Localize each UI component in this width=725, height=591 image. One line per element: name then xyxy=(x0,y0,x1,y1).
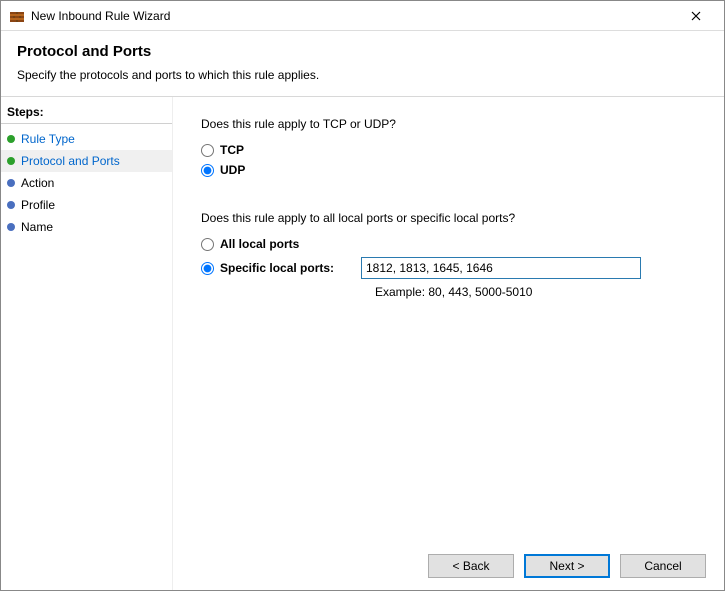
wizard-content: Does this rule apply to TCP or UDP? TCP … xyxy=(173,97,724,590)
step-label: Action xyxy=(21,176,54,190)
label-udp: UDP xyxy=(220,163,245,177)
label-tcp: TCP xyxy=(220,143,244,157)
ports-options: All local ports Specific local ports: Ex… xyxy=(201,237,700,299)
next-button[interactable]: Next > xyxy=(524,554,610,578)
bullet-icon xyxy=(7,179,15,187)
step-profile[interactable]: Profile xyxy=(1,194,172,216)
wizard-header: Protocol and Ports Specify the protocols… xyxy=(1,31,724,97)
bullet-icon xyxy=(7,135,15,143)
ports-example: Example: 80, 443, 5000-5010 xyxy=(375,285,700,299)
option-tcp[interactable]: TCP xyxy=(201,143,700,157)
radio-all-ports[interactable] xyxy=(201,238,214,251)
option-all-ports[interactable]: All local ports xyxy=(201,237,361,251)
wizard-footer: < Back Next > Cancel xyxy=(428,554,706,578)
page-subtitle: Specify the protocols and ports to which… xyxy=(17,68,708,82)
wizard-window: New Inbound Rule Wizard Protocol and Por… xyxy=(0,0,725,591)
step-label: Profile xyxy=(21,198,55,212)
close-button[interactable] xyxy=(676,2,716,30)
option-specific-ports-row: Specific local ports: xyxy=(201,257,700,279)
step-protocol-ports[interactable]: Protocol and Ports xyxy=(1,150,172,172)
bullet-icon xyxy=(7,157,15,165)
label-all-ports: All local ports xyxy=(220,237,299,251)
specific-ports-input[interactable] xyxy=(361,257,641,279)
bullet-icon xyxy=(7,201,15,209)
step-label[interactable]: Rule Type xyxy=(21,132,75,146)
radio-tcp[interactable] xyxy=(201,144,214,157)
option-specific-ports[interactable]: Specific local ports: xyxy=(201,261,361,275)
step-label: Name xyxy=(21,220,53,234)
step-action[interactable]: Action xyxy=(1,172,172,194)
steps-title: Steps: xyxy=(1,103,172,124)
radio-specific-ports[interactable] xyxy=(201,262,214,275)
step-label[interactable]: Protocol and Ports xyxy=(21,154,120,168)
page-title: Protocol and Ports xyxy=(17,43,708,60)
window-title: New Inbound Rule Wizard xyxy=(31,9,676,23)
firewall-icon xyxy=(9,8,25,24)
back-button[interactable]: < Back xyxy=(428,554,514,578)
option-all-ports-row: All local ports xyxy=(201,237,700,251)
step-name[interactable]: Name xyxy=(1,216,172,238)
step-rule-type[interactable]: Rule Type xyxy=(1,128,172,150)
question-ports: Does this rule apply to all local ports … xyxy=(201,211,700,225)
option-udp[interactable]: UDP xyxy=(201,163,700,177)
wizard-body: Steps: Rule Type Protocol and Ports Acti… xyxy=(1,97,724,590)
bullet-icon xyxy=(7,223,15,231)
protocol-options: TCP UDP xyxy=(201,143,700,177)
spacer xyxy=(201,183,700,211)
cancel-button[interactable]: Cancel xyxy=(620,554,706,578)
titlebar: New Inbound Rule Wizard xyxy=(1,1,724,31)
radio-udp[interactable] xyxy=(201,164,214,177)
question-protocol: Does this rule apply to TCP or UDP? xyxy=(201,117,700,131)
steps-sidebar: Steps: Rule Type Protocol and Ports Acti… xyxy=(1,97,173,590)
label-specific-ports: Specific local ports: xyxy=(220,261,334,275)
